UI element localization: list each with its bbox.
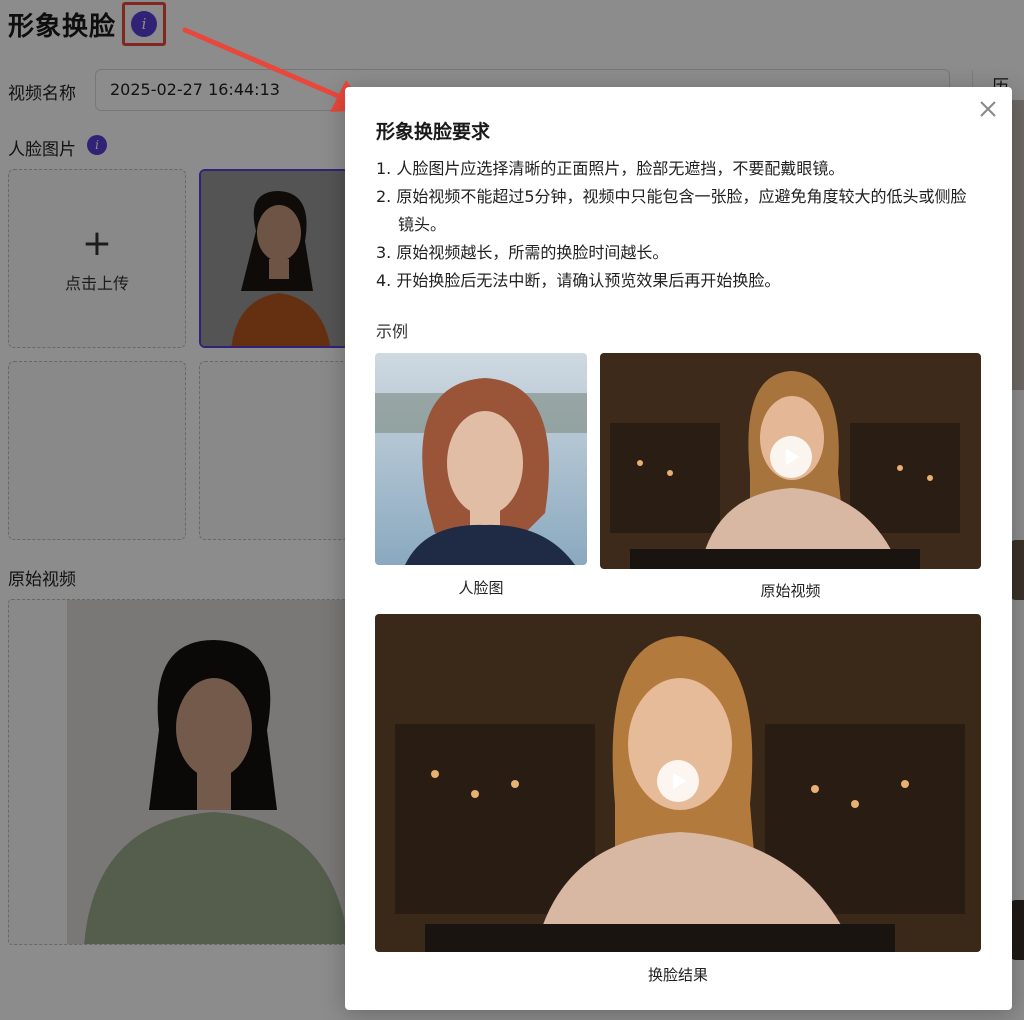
requirement-item: 4. 开始换脸后无法中断，请确认预览效果后再开始换脸。 — [376, 271, 781, 290]
example-label: 示例 — [376, 322, 409, 341]
requirements-list: 1. 人脸图片应选择清晰的正面照片，脸部无遮挡，不要配戴眼镜。 2. 原始视频不… — [376, 155, 976, 295]
caption-result: 换脸结果 — [647, 966, 708, 984]
caption-original-video: 原始视频 — [760, 582, 821, 600]
requirements-modal: 形象换脸要求 1. 人脸图片应选择清晰的正面照片，脸部无遮挡，不要配戴眼镜。 2… — [345, 87, 1012, 1010]
requirement-item: 1. 人脸图片应选择清晰的正面照片，脸部无遮挡，不要配戴眼镜。 — [376, 159, 845, 178]
modal-title: 形象换脸要求 — [376, 121, 491, 143]
requirement-item: 3. 原始视频越长，所需的换脸时间越长。 — [376, 243, 669, 262]
play-button[interactable] — [770, 436, 812, 478]
example-face-image — [375, 353, 587, 565]
caption-face: 人脸图 — [458, 579, 504, 597]
requirement-item: 2. 原始视频不能超过5分钟，视频中只能包含一张脸，应避免角度较大的低头或侧脸镜… — [376, 187, 967, 234]
close-icon[interactable] — [976, 97, 1000, 121]
play-button[interactable] — [657, 760, 699, 802]
